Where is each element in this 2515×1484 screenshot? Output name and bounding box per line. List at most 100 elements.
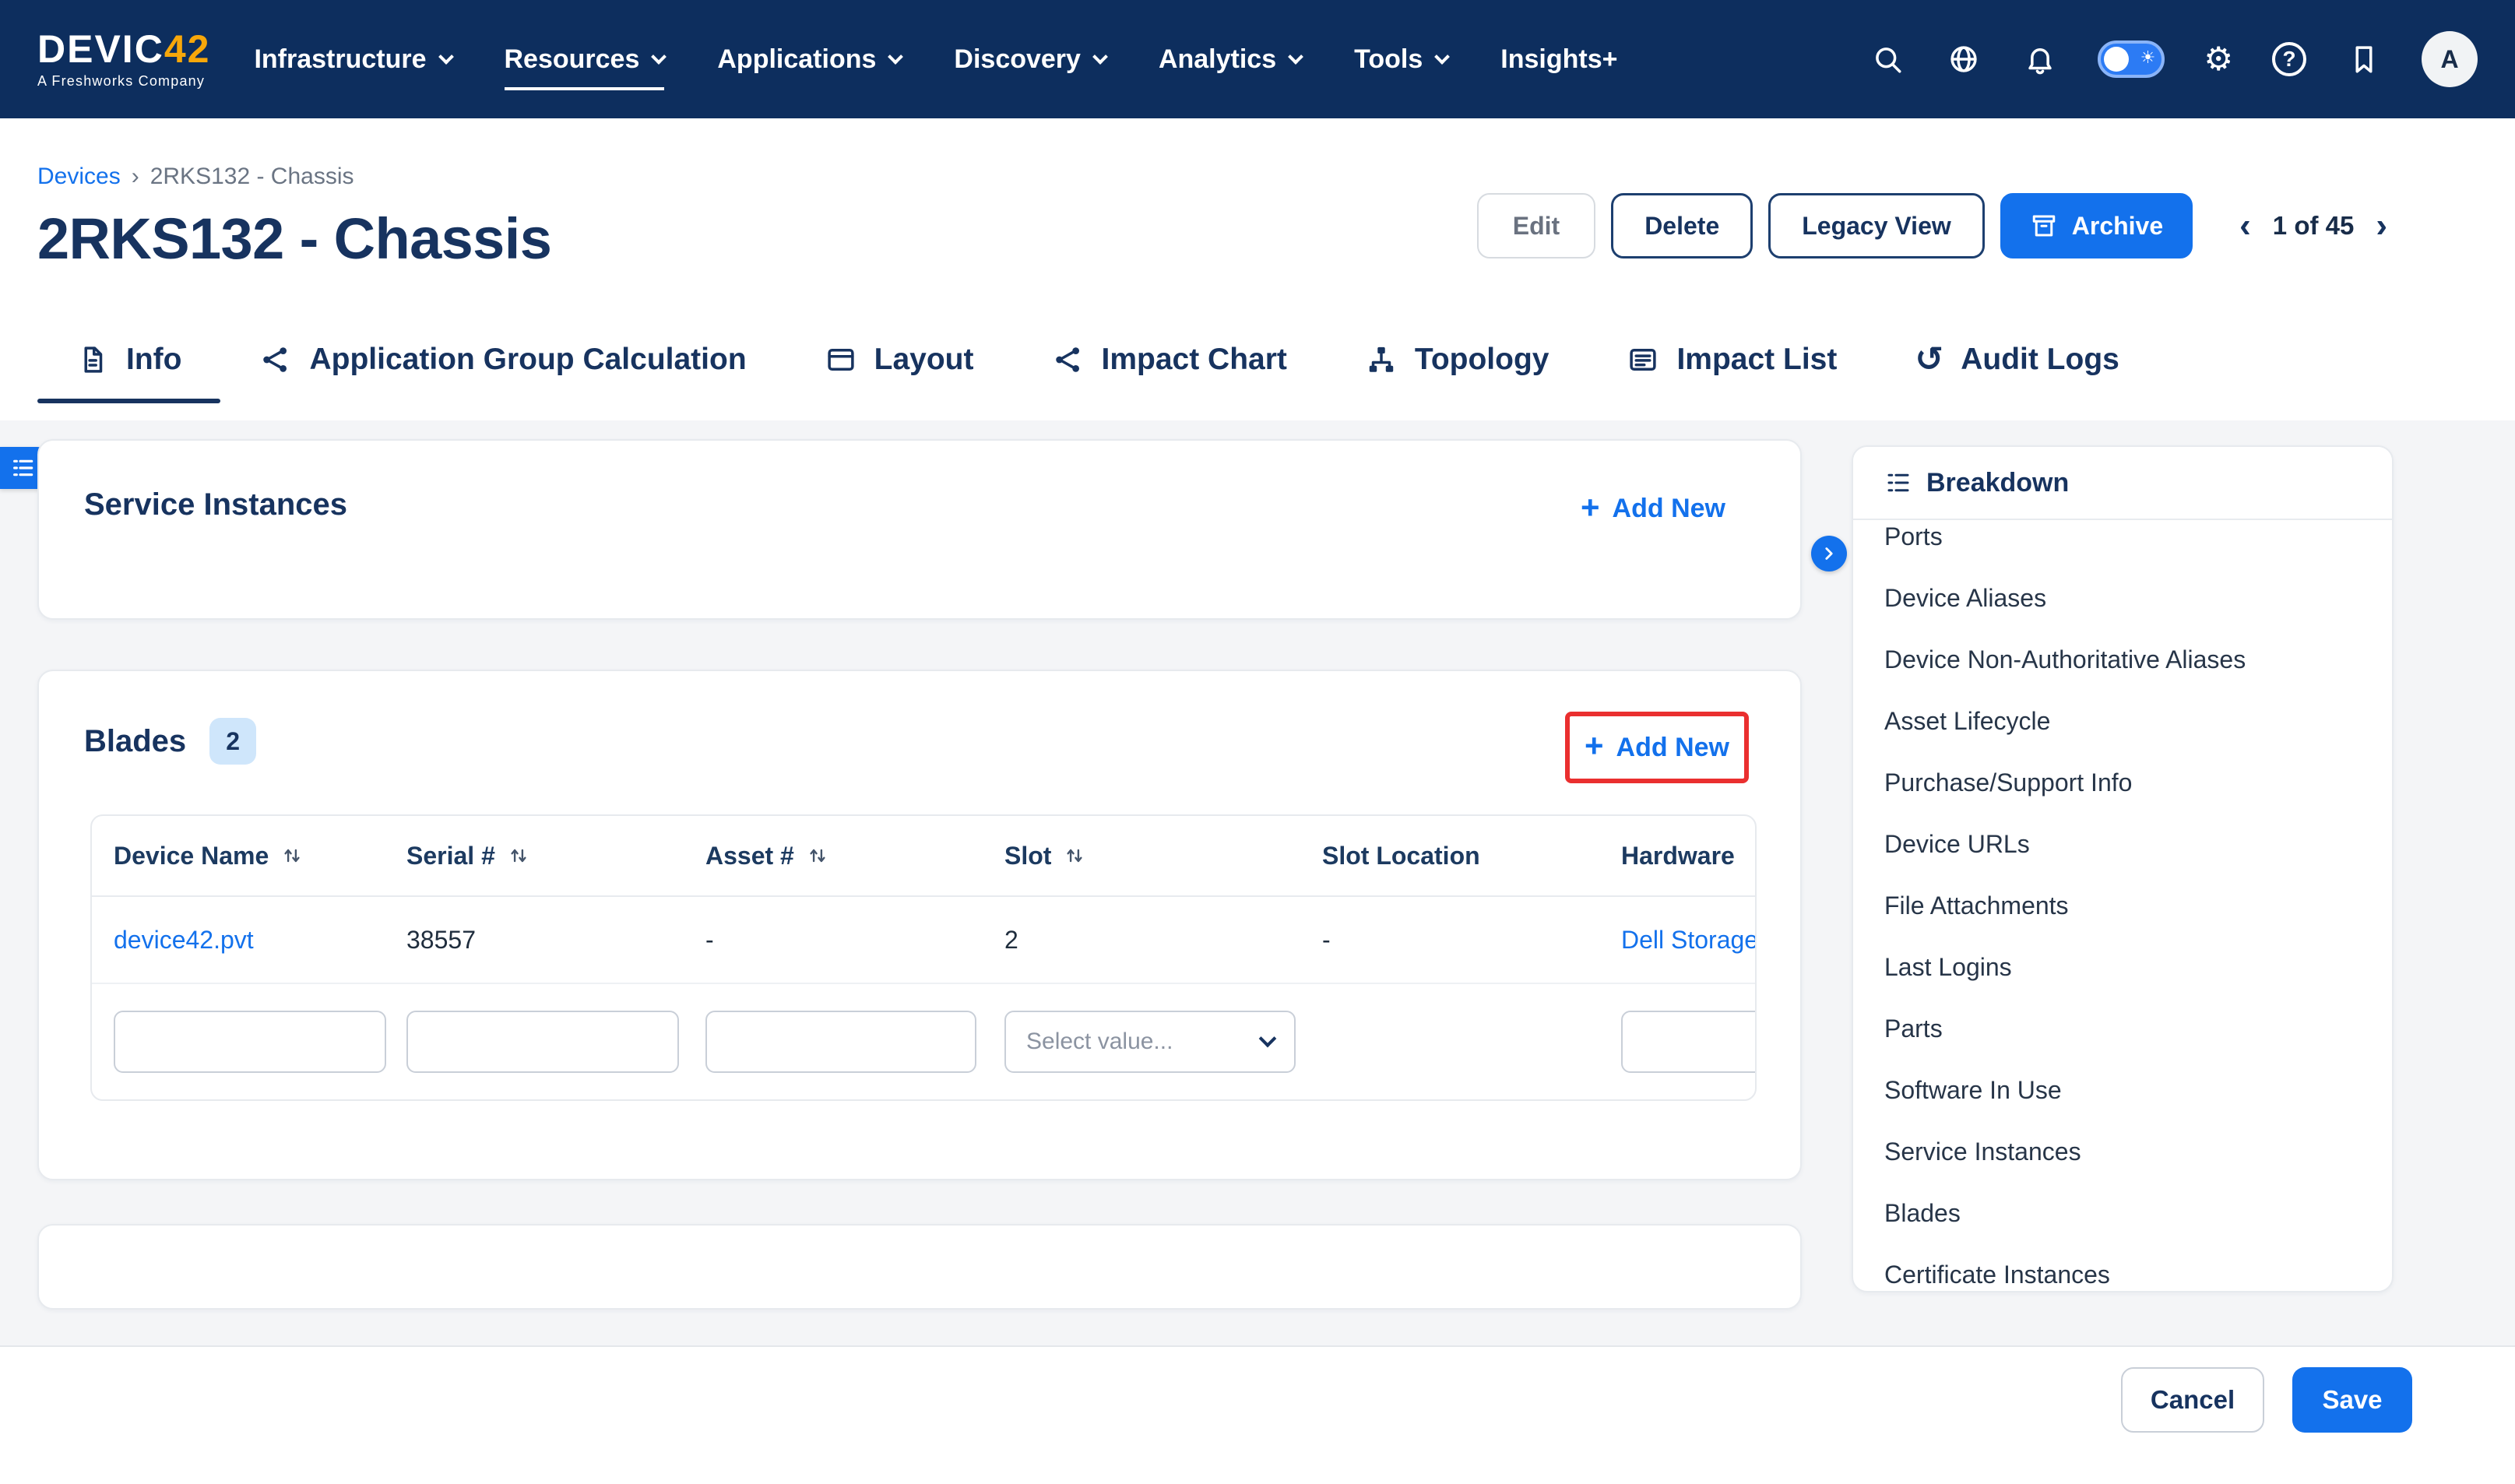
service-instances-title: Service Instances <box>84 487 347 522</box>
breakdown-header: Breakdown <box>1853 447 2392 520</box>
filter-cell-slot: Select value... <box>986 1011 1303 1073</box>
breakdown-item-certificate-instances[interactable]: Certificate Instances <box>1853 1244 2392 1292</box>
settings-gear-icon[interactable]: ⚙ <box>2204 43 2233 76</box>
breakdown-item-blades[interactable]: Blades <box>1853 1183 2392 1244</box>
page: DEVIC42 A Freshworks Company Infrastruct… <box>0 0 2515 1484</box>
tab-label: Audit Logs <box>1961 343 2119 377</box>
breakdown-item-file-attachments[interactable]: File Attachments <box>1853 875 2392 937</box>
sort-icon[interactable] <box>281 845 303 867</box>
filter-cell-device-name <box>92 1011 388 1073</box>
asset-filter-input[interactable] <box>705 1011 976 1073</box>
save-button[interactable]: Save <box>2292 1367 2412 1433</box>
breakdown-item-device-non-authoritative-aliases[interactable]: Device Non-Authoritative Aliases <box>1853 629 2392 691</box>
nav-label: Resources <box>505 44 640 75</box>
legacy-view-button[interactable]: Legacy View <box>1768 193 1985 258</box>
service-instances-add-new-button[interactable]: + Add New <box>1581 494 1725 524</box>
plus-icon: + <box>1585 730 1604 762</box>
tab-audit-logs[interactable]: ↺ Audit Logs <box>1876 316 2158 403</box>
column-label: Asset # <box>705 842 794 870</box>
sort-icon[interactable] <box>508 845 529 867</box>
nav-item-resources[interactable]: Resources <box>505 0 665 118</box>
plus-icon: + <box>1581 491 1600 524</box>
sort-icon[interactable] <box>1064 845 1085 867</box>
pager-next-icon[interactable]: › <box>2373 209 2390 243</box>
chevron-right-icon <box>1819 543 1839 564</box>
help-icon[interactable]: ? <box>2272 42 2306 76</box>
chevron-down-icon <box>1259 1030 1277 1048</box>
hardware-link[interactable]: Dell Storage <box>1621 926 1757 955</box>
device42-logo[interactable]: DEVIC42 A Freshworks Company <box>37 30 210 90</box>
breakdown-item-service-instances[interactable]: Service Instances <box>1853 1121 2392 1183</box>
nav-item-insights[interactable]: Insights+ <box>1500 0 1617 118</box>
nav-item-infrastructure[interactable]: Infrastructure <box>254 0 451 118</box>
breakdown-panel: Breakdown Ports Device Aliases Device No… <box>1852 445 2394 1292</box>
breakdown-item-parts[interactable]: Parts <box>1853 998 2392 1060</box>
tab-impact-chart[interactable]: Impact Chart <box>1013 316 1326 403</box>
table-filter-row: Select value... <box>92 984 1755 1099</box>
theme-toggle[interactable]: ☀ <box>2098 40 2165 78</box>
chevron-down-icon <box>1092 49 1108 65</box>
breakdown-collapse-button[interactable] <box>1811 536 1847 571</box>
archive-label: Archive <box>2072 212 2163 241</box>
column-header-serial[interactable]: Serial # <box>388 842 687 870</box>
serial-filter-input[interactable] <box>406 1011 679 1073</box>
top-nav: DEVIC42 A Freshworks Company Infrastruct… <box>0 0 2515 118</box>
breakdown-item-device-aliases[interactable]: Device Aliases <box>1853 568 2392 629</box>
column-label: Slot Location <box>1322 842 1480 870</box>
cell-hardware: Dell Storage <box>1602 926 1757 955</box>
slot-filter-select[interactable]: Select value... <box>1004 1011 1296 1073</box>
tab-label: Application Group Calculation <box>309 343 746 377</box>
column-label: Slot <box>1004 842 1051 870</box>
breakdown-list: Ports Device Aliases Device Non-Authorit… <box>1853 520 2392 1292</box>
blades-add-new-button[interactable]: + Add New <box>1585 733 1729 763</box>
cancel-button[interactable]: Cancel <box>2121 1367 2264 1433</box>
device-link[interactable]: device42.pvt <box>114 926 254 955</box>
column-header-slot[interactable]: Slot <box>986 842 1303 870</box>
cell-serial: 38557 <box>388 926 687 955</box>
archive-button[interactable]: Archive <box>2000 193 2193 258</box>
nav-item-tools[interactable]: Tools <box>1354 0 1447 118</box>
tab-info[interactable]: Info <box>37 316 220 403</box>
breakdown-item-asset-lifecycle[interactable]: Asset Lifecycle <box>1853 691 2392 752</box>
nav-item-applications[interactable]: Applications <box>717 0 901 118</box>
nav-item-discovery[interactable]: Discovery <box>954 0 1106 118</box>
notifications-bell-icon[interactable] <box>2021 40 2059 78</box>
breakdown-item-software-in-use[interactable]: Software In Use <box>1853 1060 2392 1121</box>
column-header-asset[interactable]: Asset # <box>687 842 986 870</box>
sort-icon[interactable] <box>807 845 828 867</box>
pager-prev-icon[interactable]: ‹ <box>2236 209 2254 243</box>
device-name-filter-input[interactable] <box>114 1011 386 1073</box>
filter-cell-hardware <box>1602 1011 1757 1073</box>
breakdown-item-purchase-support-info[interactable]: Purchase/Support Info <box>1853 752 2392 814</box>
breakdown-item-ports[interactable]: Ports <box>1853 520 2392 568</box>
column-header-slot-location: Slot Location <box>1303 842 1602 870</box>
topology-icon <box>1365 343 1398 376</box>
service-instances-card: Service Instances + Add New <box>37 439 1802 620</box>
delete-button[interactable]: Delete <box>1611 193 1753 258</box>
column-header-device-name[interactable]: Device Name <box>92 842 388 870</box>
tab-impact-list[interactable]: Impact List <box>1588 316 1876 403</box>
main-menu: Infrastructure Resources Applications Di… <box>254 0 1617 118</box>
bookmark-icon[interactable] <box>2345 40 2383 78</box>
tab-bar: Info Application Group Calculation Layou… <box>37 316 2158 403</box>
tab-layout[interactable]: Layout <box>786 316 1013 403</box>
search-icon[interactable] <box>1869 40 1906 78</box>
globe-icon[interactable] <box>1945 40 1982 78</box>
nav-item-analytics[interactable]: Analytics <box>1159 0 1301 118</box>
breadcrumb-devices-link[interactable]: Devices <box>37 164 121 190</box>
nav-label: Infrastructure <box>254 44 426 75</box>
cell-value: 2 <box>1004 926 1018 955</box>
tab-topology[interactable]: Topology <box>1326 316 1588 403</box>
user-avatar[interactable]: A <box>2422 31 2478 87</box>
nav-label: Insights+ <box>1500 44 1617 75</box>
breakdown-item-last-logins[interactable]: Last Logins <box>1853 937 2392 998</box>
archive-icon <box>2030 212 2058 240</box>
tab-application-group-calculation[interactable]: Application Group Calculation <box>220 316 785 403</box>
nav-label: Discovery <box>954 44 1081 75</box>
edit-button[interactable]: Edit <box>1477 193 1595 258</box>
hardware-filter-input[interactable] <box>1621 1011 1757 1073</box>
tab-label: Info <box>126 343 181 377</box>
breakdown-item-device-urls[interactable]: Device URLs <box>1853 814 2392 875</box>
logo-accent: 42 <box>164 27 211 71</box>
nav-label: Applications <box>717 44 876 75</box>
